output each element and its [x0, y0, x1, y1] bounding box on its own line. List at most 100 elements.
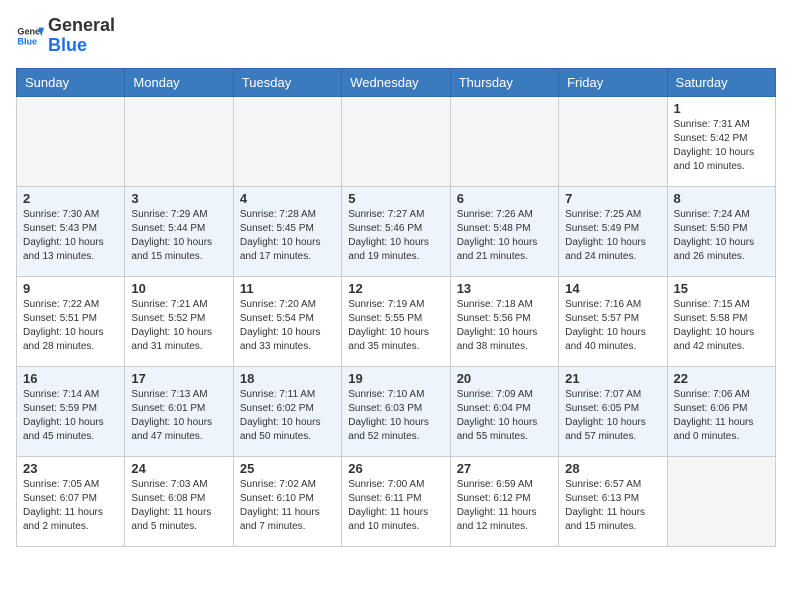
svg-text:Blue: Blue — [17, 36, 37, 46]
day-number: 8 — [674, 191, 769, 206]
day-number: 26 — [348, 461, 443, 476]
day-number: 24 — [131, 461, 226, 476]
day-number: 15 — [674, 281, 769, 296]
day-header-saturday: Saturday — [667, 68, 775, 96]
calendar-day: 3 Sunrise: 7:29 AM Sunset: 5:44 PM Daylig… — [125, 186, 233, 276]
day-info: Sunrise: 6:59 AM Sunset: 6:12 PM Dayligh… — [457, 478, 552, 534]
day-number: 22 — [674, 371, 769, 386]
calendar-header-row: SundayMondayTuesdayWednesdayThursdayFrid… — [17, 68, 776, 96]
calendar-week-2: 2 Sunrise: 7:30 AM Sunset: 5:43 PM Daylig… — [17, 186, 776, 276]
calendar-day — [450, 96, 558, 186]
calendar-day: 25 Sunrise: 7:02 AM Sunset: 6:10 PM Dayli… — [233, 456, 341, 546]
day-info: Sunrise: 7:27 AM Sunset: 5:46 PM Dayligh… — [348, 208, 443, 264]
calendar-day: 16 Sunrise: 7:14 AM Sunset: 5:59 PM Dayli… — [17, 366, 125, 456]
day-header-tuesday: Tuesday — [233, 68, 341, 96]
calendar-day: 23Sunrise: 7:05 AM Sunset: 6:07 PM Dayli… — [17, 456, 125, 546]
calendar-week-3: 9 Sunrise: 7:22 AM Sunset: 5:51 PM Daylig… — [17, 276, 776, 366]
day-number: 4 — [240, 191, 335, 206]
calendar-week-5: 23Sunrise: 7:05 AM Sunset: 6:07 PM Dayli… — [17, 456, 776, 546]
calendar-day: 20 Sunrise: 7:09 AM Sunset: 6:04 PM Dayli… — [450, 366, 558, 456]
day-header-thursday: Thursday — [450, 68, 558, 96]
day-info: Sunrise: 7:30 AM Sunset: 5:43 PM Dayligh… — [23, 208, 118, 264]
calendar-day: 14 Sunrise: 7:16 AM Sunset: 5:57 PM Dayli… — [559, 276, 667, 366]
day-number: 27 — [457, 461, 552, 476]
day-header-sunday: Sunday — [17, 68, 125, 96]
calendar-day: 21 Sunrise: 7:07 AM Sunset: 6:05 PM Dayli… — [559, 366, 667, 456]
calendar-day: 28Sunrise: 6:57 AM Sunset: 6:13 PM Dayli… — [559, 456, 667, 546]
calendar-day: 13 Sunrise: 7:18 AM Sunset: 5:56 PM Dayli… — [450, 276, 558, 366]
day-number: 3 — [131, 191, 226, 206]
day-number: 6 — [457, 191, 552, 206]
day-info: Sunrise: 7:22 AM Sunset: 5:51 PM Dayligh… — [23, 298, 118, 354]
day-info: Sunrise: 7:19 AM Sunset: 5:55 PM Dayligh… — [348, 298, 443, 354]
calendar-day — [125, 96, 233, 186]
calendar-day: 17Sunrise: 7:13 AM Sunset: 6:01 PM Dayli… — [125, 366, 233, 456]
day-info: Sunrise: 7:11 AM Sunset: 6:02 PM Dayligh… — [240, 388, 335, 444]
logo-icon: General Blue — [16, 22, 44, 50]
calendar-day: 9 Sunrise: 7:22 AM Sunset: 5:51 PM Daylig… — [17, 276, 125, 366]
day-number: 10 — [131, 281, 226, 296]
calendar-day: 19 Sunrise: 7:10 AM Sunset: 6:03 PM Dayli… — [342, 366, 450, 456]
day-info: Sunrise: 7:13 AM Sunset: 6:01 PM Dayligh… — [131, 388, 226, 444]
calendar-day: 27 Sunrise: 6:59 AM Sunset: 6:12 PM Dayli… — [450, 456, 558, 546]
calendar-day: 26 Sunrise: 7:00 AM Sunset: 6:11 PM Dayli… — [342, 456, 450, 546]
day-info: Sunrise: 7:10 AM Sunset: 6:03 PM Dayligh… — [348, 388, 443, 444]
day-number: 25 — [240, 461, 335, 476]
day-info: Sunrise: 7:24 AM Sunset: 5:50 PM Dayligh… — [674, 208, 769, 264]
logo: General Blue General Blue — [16, 16, 115, 56]
day-info: Sunrise: 7:15 AM Sunset: 5:58 PM Dayligh… — [674, 298, 769, 354]
calendar-day: 5 Sunrise: 7:27 AM Sunset: 5:46 PM Daylig… — [342, 186, 450, 276]
day-number: 1 — [674, 101, 769, 116]
day-info: Sunrise: 7:26 AM Sunset: 5:48 PM Dayligh… — [457, 208, 552, 264]
day-info: Sunrise: 7:00 AM Sunset: 6:11 PM Dayligh… — [348, 478, 443, 534]
day-header-friday: Friday — [559, 68, 667, 96]
calendar-day: 24 Sunrise: 7:03 AM Sunset: 6:08 PM Dayli… — [125, 456, 233, 546]
calendar-day: 7 Sunrise: 7:25 AM Sunset: 5:49 PM Daylig… — [559, 186, 667, 276]
day-number: 20 — [457, 371, 552, 386]
day-header-wednesday: Wednesday — [342, 68, 450, 96]
day-number: 19 — [348, 371, 443, 386]
day-info: Sunrise: 7:03 AM Sunset: 6:08 PM Dayligh… — [131, 478, 226, 534]
day-info: Sunrise: 7:14 AM Sunset: 5:59 PM Dayligh… — [23, 388, 118, 444]
day-info: Sunrise: 7:20 AM Sunset: 5:54 PM Dayligh… — [240, 298, 335, 354]
day-info: Sunrise: 7:28 AM Sunset: 5:45 PM Dayligh… — [240, 208, 335, 264]
calendar-day — [233, 96, 341, 186]
day-number: 13 — [457, 281, 552, 296]
calendar-week-1: 1Sunrise: 7:31 AM Sunset: 5:42 PM Daylig… — [17, 96, 776, 186]
calendar-table: SundayMondayTuesdayWednesdayThursdayFrid… — [16, 68, 776, 547]
day-info: Sunrise: 7:29 AM Sunset: 5:44 PM Dayligh… — [131, 208, 226, 264]
day-number: 16 — [23, 371, 118, 386]
calendar-day: 22 Sunrise: 7:06 AM Sunset: 6:06 PM Dayli… — [667, 366, 775, 456]
calendar-day — [17, 96, 125, 186]
day-number: 2 — [23, 191, 118, 206]
calendar-day: 15 Sunrise: 7:15 AM Sunset: 5:58 PM Dayli… — [667, 276, 775, 366]
calendar-day: 4 Sunrise: 7:28 AM Sunset: 5:45 PM Daylig… — [233, 186, 341, 276]
calendar-day: 6 Sunrise: 7:26 AM Sunset: 5:48 PM Daylig… — [450, 186, 558, 276]
calendar-day: 8 Sunrise: 7:24 AM Sunset: 5:50 PM Daylig… — [667, 186, 775, 276]
day-header-monday: Monday — [125, 68, 233, 96]
day-info: Sunrise: 7:18 AM Sunset: 5:56 PM Dayligh… — [457, 298, 552, 354]
day-number: 7 — [565, 191, 660, 206]
logo-general-text: General — [48, 16, 115, 36]
calendar-day: 12Sunrise: 7:19 AM Sunset: 5:55 PM Dayli… — [342, 276, 450, 366]
day-number: 21 — [565, 371, 660, 386]
day-info: Sunrise: 7:06 AM Sunset: 6:06 PM Dayligh… — [674, 388, 769, 444]
day-number: 28 — [565, 461, 660, 476]
calendar-day: 1Sunrise: 7:31 AM Sunset: 5:42 PM Daylig… — [667, 96, 775, 186]
day-number: 9 — [23, 281, 118, 296]
day-number: 18 — [240, 371, 335, 386]
page-header: General Blue General Blue — [16, 16, 776, 56]
calendar-day — [559, 96, 667, 186]
calendar-day: 10Sunrise: 7:21 AM Sunset: 5:52 PM Dayli… — [125, 276, 233, 366]
day-number: 11 — [240, 281, 335, 296]
day-info: Sunrise: 7:25 AM Sunset: 5:49 PM Dayligh… — [565, 208, 660, 264]
day-number: 14 — [565, 281, 660, 296]
day-number: 5 — [348, 191, 443, 206]
day-info: Sunrise: 7:07 AM Sunset: 6:05 PM Dayligh… — [565, 388, 660, 444]
day-info: Sunrise: 7:16 AM Sunset: 5:57 PM Dayligh… — [565, 298, 660, 354]
day-info: Sunrise: 7:09 AM Sunset: 6:04 PM Dayligh… — [457, 388, 552, 444]
day-info: Sunrise: 7:05 AM Sunset: 6:07 PM Dayligh… — [23, 478, 118, 534]
calendar-day: 11 Sunrise: 7:20 AM Sunset: 5:54 PM Dayli… — [233, 276, 341, 366]
calendar-week-4: 16 Sunrise: 7:14 AM Sunset: 5:59 PM Dayli… — [17, 366, 776, 456]
day-info: Sunrise: 7:02 AM Sunset: 6:10 PM Dayligh… — [240, 478, 335, 534]
